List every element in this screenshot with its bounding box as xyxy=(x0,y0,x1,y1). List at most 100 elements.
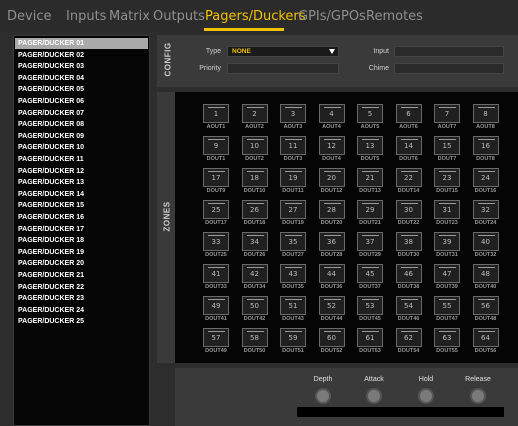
zone-button[interactable]: 5 xyxy=(357,104,383,123)
zone-button[interactable]: 13 xyxy=(357,136,383,155)
zone-button[interactable]: 32 xyxy=(472,200,499,219)
tab-inputs[interactable]: Inputs xyxy=(66,9,106,24)
zone-button[interactable]: 19 xyxy=(280,168,306,187)
list-item[interactable]: PAGER/DUCKER 06 xyxy=(15,96,148,107)
list-item[interactable]: PAGER/DUCKER 25 xyxy=(15,316,148,327)
tab-matrix[interactable]: Matrix xyxy=(109,9,150,24)
list-item[interactable]: PAGER/DUCKER 04 xyxy=(15,73,148,84)
zone-button[interactable]: 33 xyxy=(203,232,229,251)
list-item[interactable]: PAGER/DUCKER 05 xyxy=(15,84,148,95)
zone-button[interactable]: 23 xyxy=(434,168,460,187)
knob[interactable] xyxy=(470,388,486,404)
list-item[interactable]: PAGER/DUCKER 22 xyxy=(15,282,148,293)
zone-button[interactable]: 54 xyxy=(395,296,422,315)
list-item[interactable]: PAGER/DUCKER 03 xyxy=(15,61,148,72)
list-item[interactable]: PAGER/DUCKER 18 xyxy=(15,235,148,246)
type-dropdown[interactable]: NONE xyxy=(227,46,339,57)
zone-button[interactable]: 18 xyxy=(241,168,268,187)
zone-button[interactable]: 22 xyxy=(395,168,422,187)
list-item[interactable]: PAGER/DUCKER 12 xyxy=(15,166,148,177)
zone-button[interactable]: 40 xyxy=(472,232,499,251)
zone-button[interactable]: 59 xyxy=(280,328,306,347)
list-item[interactable]: PAGER/DUCKER 16 xyxy=(15,212,148,223)
list-item[interactable]: PAGER/DUCKER 23 xyxy=(15,293,148,304)
zone-button[interactable]: 4 xyxy=(318,104,345,123)
zone-button[interactable]: 14 xyxy=(395,136,422,155)
zone-button[interactable]: 16 xyxy=(472,136,499,155)
zone-button[interactable]: 55 xyxy=(434,296,460,315)
zone-button[interactable]: 52 xyxy=(318,296,345,315)
zone-button[interactable]: 8 xyxy=(472,104,499,123)
zone-button[interactable]: 44 xyxy=(318,264,345,283)
list-item[interactable]: PAGER/DUCKER 02 xyxy=(15,50,148,61)
zone-button[interactable]: 64 xyxy=(472,328,499,347)
zone-button[interactable]: 15 xyxy=(434,136,460,155)
list-item[interactable]: PAGER/DUCKER 08 xyxy=(15,119,148,130)
zone-button[interactable]: 11 xyxy=(280,136,306,155)
zone-button[interactable]: 9 xyxy=(203,136,229,155)
knob[interactable] xyxy=(366,388,382,404)
knob[interactable] xyxy=(418,388,434,404)
zone-button[interactable]: 49 xyxy=(203,296,229,315)
zone-button[interactable]: 3 xyxy=(280,104,306,123)
zone-button[interactable]: 37 xyxy=(357,232,383,251)
zone-button[interactable]: 7 xyxy=(434,104,460,123)
knob[interactable] xyxy=(315,388,331,404)
tab-pagers-duckers[interactable]: Pagers/Duckers xyxy=(205,9,306,24)
zone-button[interactable]: 62 xyxy=(395,328,422,347)
list-item[interactable]: PAGER/DUCKER 20 xyxy=(15,258,148,269)
knob-value-field[interactable] xyxy=(348,407,400,417)
zone-button[interactable]: 63 xyxy=(434,328,460,347)
zone-button[interactable]: 17 xyxy=(203,168,229,187)
zone-button[interactable]: 29 xyxy=(357,200,383,219)
zone-button[interactable]: 39 xyxy=(434,232,460,251)
list-item[interactable]: PAGER/DUCKER 14 xyxy=(15,189,148,200)
zone-button[interactable]: 51 xyxy=(280,296,306,315)
knob-value-field[interactable] xyxy=(297,407,349,417)
zone-button[interactable]: 34 xyxy=(241,232,268,251)
zone-button[interactable]: 25 xyxy=(203,200,229,219)
zone-button[interactable]: 60 xyxy=(318,328,345,347)
zone-button[interactable]: 61 xyxy=(357,328,383,347)
zone-button[interactable]: 2 xyxy=(241,104,268,123)
zone-button[interactable]: 36 xyxy=(318,232,345,251)
zone-button[interactable]: 57 xyxy=(203,328,229,347)
input-field[interactable] xyxy=(394,46,504,57)
zone-button[interactable]: 56 xyxy=(472,296,499,315)
zone-button[interactable]: 47 xyxy=(434,264,460,283)
zone-button[interactable]: 24 xyxy=(472,168,499,187)
knob-value-field[interactable] xyxy=(400,407,452,417)
list-item[interactable]: PAGER/DUCKER 13 xyxy=(15,177,148,188)
list-item[interactable]: PAGER/DUCKER 21 xyxy=(15,270,148,281)
zone-button[interactable]: 48 xyxy=(472,264,499,283)
zone-button[interactable]: 53 xyxy=(357,296,383,315)
zone-button[interactable]: 42 xyxy=(241,264,268,283)
zone-button[interactable]: 10 xyxy=(241,136,268,155)
tab-gpis-gpos[interactable]: GPIs/GPOs xyxy=(298,9,366,24)
zone-button[interactable]: 31 xyxy=(434,200,460,219)
zone-button[interactable]: 35 xyxy=(280,232,306,251)
zone-button[interactable]: 43 xyxy=(280,264,306,283)
zone-button[interactable]: 46 xyxy=(395,264,422,283)
list-item[interactable]: PAGER/DUCKER 19 xyxy=(15,247,148,258)
zone-button[interactable]: 50 xyxy=(241,296,268,315)
zone-button[interactable]: 26 xyxy=(241,200,268,219)
zone-button[interactable]: 58 xyxy=(241,328,268,347)
list-item[interactable]: PAGER/DUCKER 11 xyxy=(15,154,148,165)
list-item[interactable]: PAGER/DUCKER 10 xyxy=(15,142,148,153)
knob-value-field[interactable] xyxy=(452,407,504,417)
list-item[interactable]: PAGER/DUCKER 17 xyxy=(15,224,148,235)
zone-button[interactable]: 28 xyxy=(318,200,345,219)
zone-button[interactable]: 21 xyxy=(357,168,383,187)
chime-field[interactable] xyxy=(394,63,504,74)
tab-remotes[interactable]: Remotes xyxy=(366,9,423,24)
zone-button[interactable]: 20 xyxy=(318,168,345,187)
list-item[interactable]: PAGER/DUCKER 01 xyxy=(15,38,148,49)
zone-button[interactable]: 1 xyxy=(203,104,229,123)
list-item[interactable]: PAGER/DUCKER 15 xyxy=(15,200,148,211)
tab-device[interactable]: Device xyxy=(7,9,51,24)
zone-button[interactable]: 12 xyxy=(318,136,345,155)
zone-button[interactable]: 41 xyxy=(203,264,229,283)
list-item[interactable]: PAGER/DUCKER 24 xyxy=(15,305,148,316)
zone-button[interactable]: 6 xyxy=(395,104,422,123)
